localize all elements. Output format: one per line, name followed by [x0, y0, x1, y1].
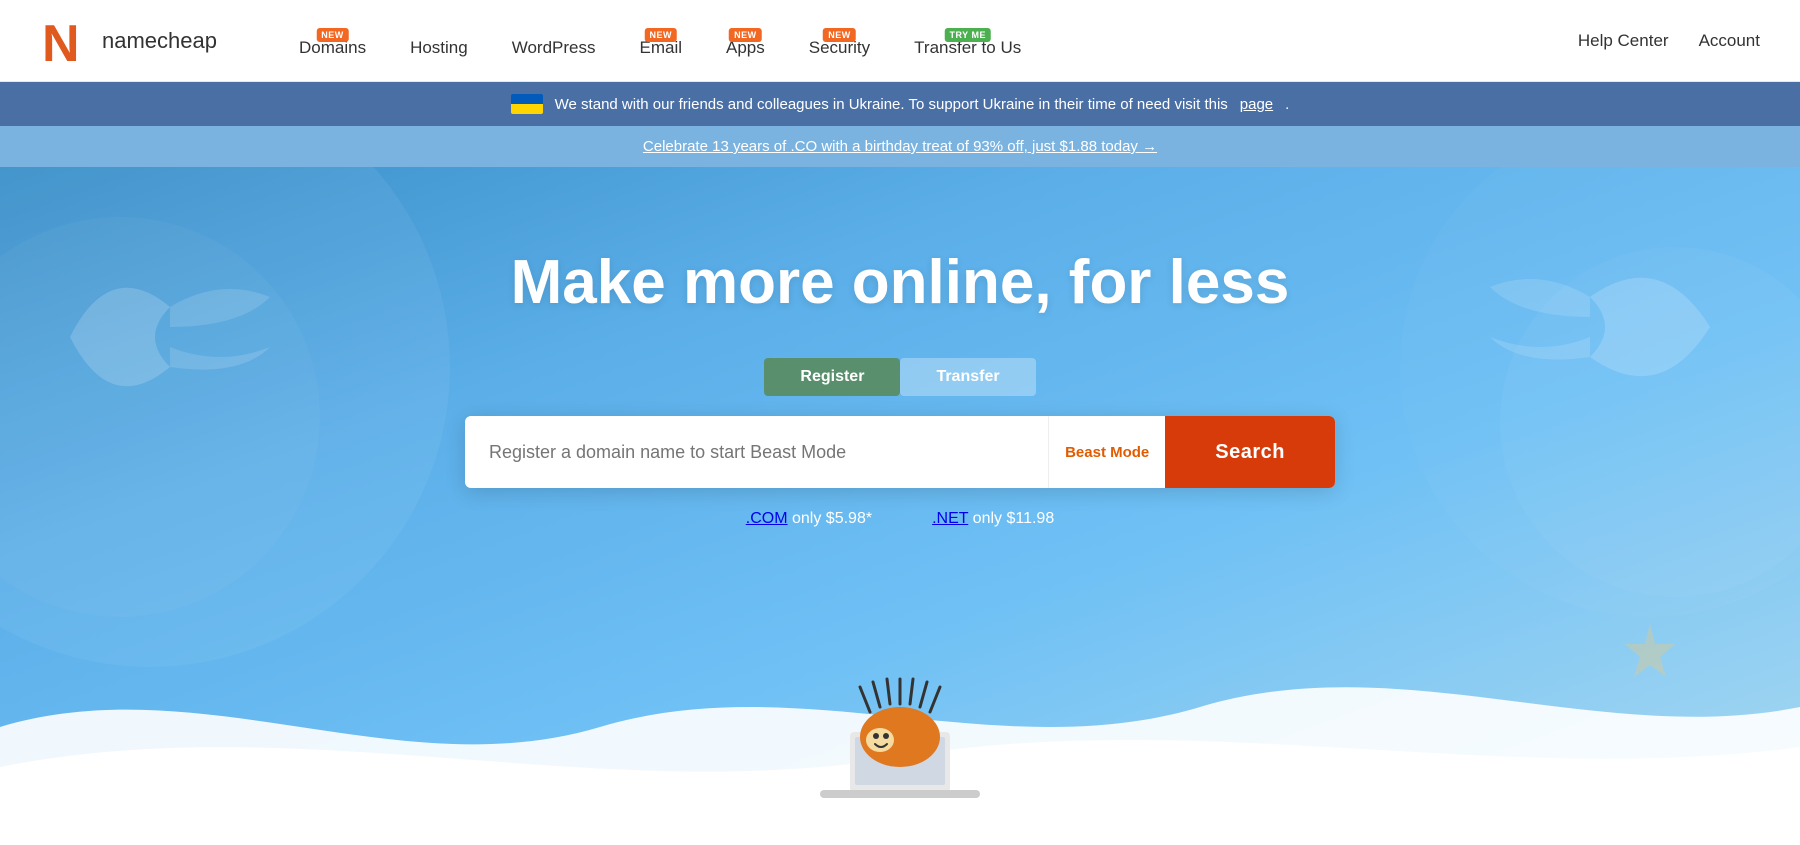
nav-item-apps[interactable]: NEW Apps — [704, 0, 787, 82]
price-hints: .COM only $5.98* .NET only $11.98 — [746, 510, 1054, 528]
nav-item-security[interactable]: NEW Security — [787, 0, 892, 82]
mascot — [800, 642, 1000, 807]
tab-transfer[interactable]: Transfer — [900, 358, 1035, 396]
net-price-link[interactable]: .NET — [932, 510, 968, 527]
hero-title: Make more online, for less — [511, 247, 1290, 318]
nav-right: Help Center Account — [1578, 31, 1760, 51]
nav-item-email[interactable]: NEW Email — [617, 0, 704, 82]
main-header: N namecheap NEW Domains Hosting WordPres… — [0, 0, 1800, 82]
nav-badge-domains: NEW — [316, 28, 349, 42]
nav-badge-apps: NEW — [729, 28, 762, 42]
logo-text: namecheap — [102, 28, 217, 54]
nav-item-wordpress[interactable]: WordPress — [490, 0, 618, 82]
nav-item-account[interactable]: Account — [1699, 31, 1760, 51]
nav-item-help[interactable]: Help Center — [1578, 31, 1669, 51]
manta-ray-right — [1460, 227, 1720, 432]
ukraine-banner: We stand with our friends and colleagues… — [0, 82, 1800, 126]
nav-badge-security: NEW — [823, 28, 856, 42]
net-price-text: only $11.98 — [973, 510, 1055, 527]
svg-text:N: N — [42, 15, 80, 67]
promo-banner-link[interactable]: Celebrate 13 years of .CO with a birthda… — [643, 138, 1157, 155]
nav-item-transfer[interactable]: TRY ME Transfer to Us — [892, 0, 1043, 82]
logo-icon: N — [40, 15, 92, 67]
domain-search-input[interactable] — [465, 416, 1048, 488]
tab-register[interactable]: Register — [764, 358, 900, 396]
promo-banner: Celebrate 13 years of .CO with a birthda… — [0, 126, 1800, 167]
search-bar: Beast Mode Search — [465, 416, 1335, 488]
search-button[interactable]: Search — [1165, 416, 1335, 488]
ukraine-banner-link[interactable]: page — [1240, 96, 1273, 113]
manta-ray-left — [60, 247, 280, 432]
domain-tabs: Register Transfer — [764, 358, 1035, 396]
ukraine-banner-text: We stand with our friends and colleagues… — [555, 96, 1228, 113]
com-price-text: only $5.98* — [792, 510, 872, 527]
nav-badge-transfer: TRY ME — [944, 28, 991, 42]
beast-mode-toggle[interactable]: Beast Mode — [1048, 416, 1165, 488]
ukraine-flag-icon — [511, 94, 543, 114]
nav-item-domains[interactable]: NEW Domains — [277, 0, 388, 82]
main-nav: NEW Domains Hosting WordPress NEW Email … — [277, 0, 1760, 82]
nav-item-hosting[interactable]: Hosting — [388, 0, 490, 82]
hero-section: Make more online, for less Register Tran… — [0, 167, 1800, 827]
logo-link[interactable]: N namecheap — [40, 15, 217, 67]
hero-content: Make more online, for less Register Tran… — [465, 247, 1335, 528]
com-price-link[interactable]: .COM — [746, 510, 788, 527]
nav-badge-email: NEW — [644, 28, 677, 42]
